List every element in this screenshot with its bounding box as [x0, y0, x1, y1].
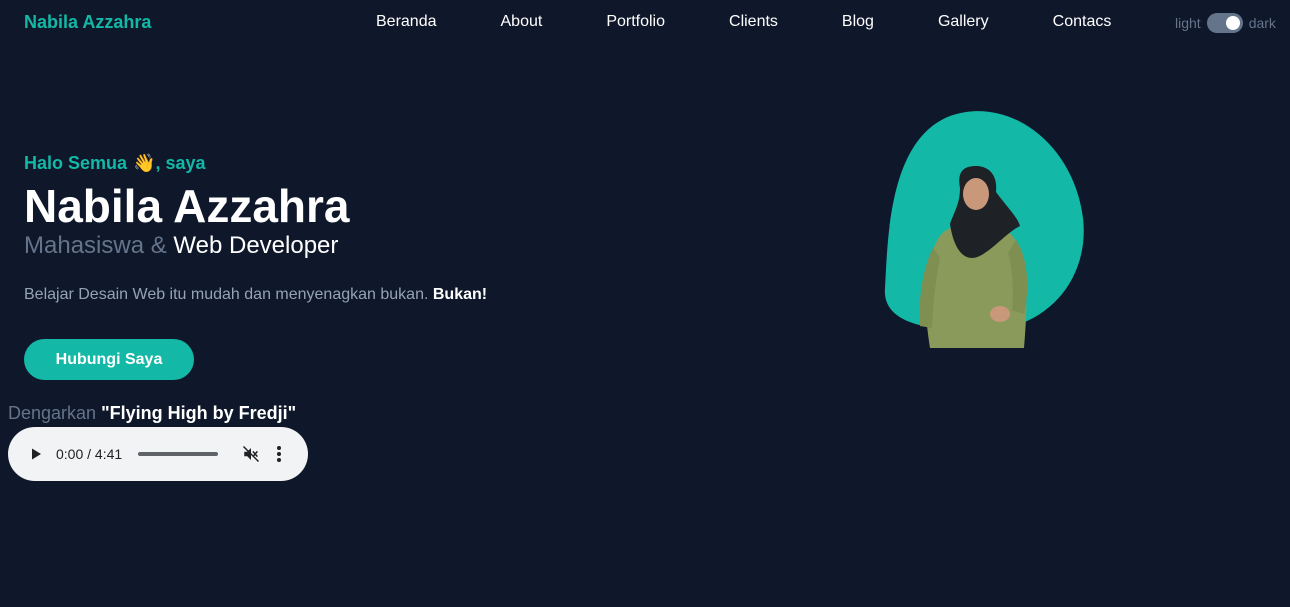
nav-link-about[interactable]: About — [469, 13, 575, 31]
dark-mode-switch[interactable] — [1206, 13, 1243, 33]
nav-menu: Beranda About Portfolio Clients Blog Gal… — [344, 13, 1143, 31]
hero-role: Mahasiswa & Web Developer — [24, 232, 338, 260]
role-prefix: Mahasiswa & — [24, 232, 167, 259]
greeting-suffix: , saya — [155, 153, 206, 173]
nav-link-contacs[interactable]: Contacs — [1021, 13, 1144, 31]
nav-item: Portfolio — [574, 13, 697, 31]
nav-item: About — [469, 13, 575, 31]
audio-time: 0:00 / 4:41 — [56, 446, 123, 462]
audio-track-title: "Flying High by Fredji" — [101, 403, 297, 423]
nav-link-blog[interactable]: Blog — [810, 13, 906, 31]
theme-light-label: light — [1175, 15, 1201, 31]
nav-item: Gallery — [906, 13, 1021, 31]
hero-name: Nabila Azzahra — [24, 180, 350, 232]
audio-label-prefix: Dengarkan — [8, 403, 97, 423]
nav-link-clients[interactable]: Clients — [697, 13, 810, 31]
navbar: Nabila Azzahra Beranda About Portfolio C… — [0, 0, 1290, 44]
theme-dark-label: dark — [1248, 15, 1276, 31]
person-hand — [990, 306, 1010, 322]
greeting-text: Halo Semua — [24, 153, 128, 173]
play-icon — [32, 448, 41, 460]
switch-knob — [1225, 16, 1240, 30]
nav-item: Contacs — [1021, 13, 1144, 31]
play-button[interactable] — [26, 444, 46, 464]
theme-toggle: light dark — [1175, 13, 1276, 33]
tagline-text: Belajar Desain Web itu mudah dan menyena… — [24, 286, 429, 303]
contact-me-button[interactable]: Hubungi Saya — [24, 339, 194, 380]
person-face — [963, 178, 989, 210]
more-vert-icon — [277, 446, 282, 462]
role-highlight: Web Developer — [173, 232, 339, 259]
nav-item: Blog — [810, 13, 906, 31]
profile-photo — [884, 111, 1084, 348]
brand-logo[interactable]: Nabila Azzahra — [24, 12, 151, 33]
more-options-button[interactable] — [274, 444, 284, 464]
mute-button[interactable] — [242, 445, 260, 463]
hero-greeting: Halo Semua 👋 , saya — [24, 153, 206, 174]
audio-player: 0:00 / 4:41 — [8, 427, 308, 481]
audio-seek-bar[interactable] — [138, 452, 219, 456]
nav-item: Clients — [697, 13, 810, 31]
hero-tagline: Belajar Desain Web itu mudah dan menyena… — [24, 286, 487, 304]
tagline-bold: Bukan! — [432, 286, 488, 303]
waving-hand-icon: 👋 — [133, 153, 156, 173]
volume-muted-icon — [243, 445, 260, 463]
nav-item: Beranda — [344, 13, 469, 31]
audio-label: Dengarkan "Flying High by Fredji" — [8, 403, 296, 423]
nav-link-beranda[interactable]: Beranda — [344, 13, 469, 31]
nav-link-gallery[interactable]: Gallery — [906, 13, 1021, 31]
nav-link-portfolio[interactable]: Portfolio — [574, 13, 697, 31]
